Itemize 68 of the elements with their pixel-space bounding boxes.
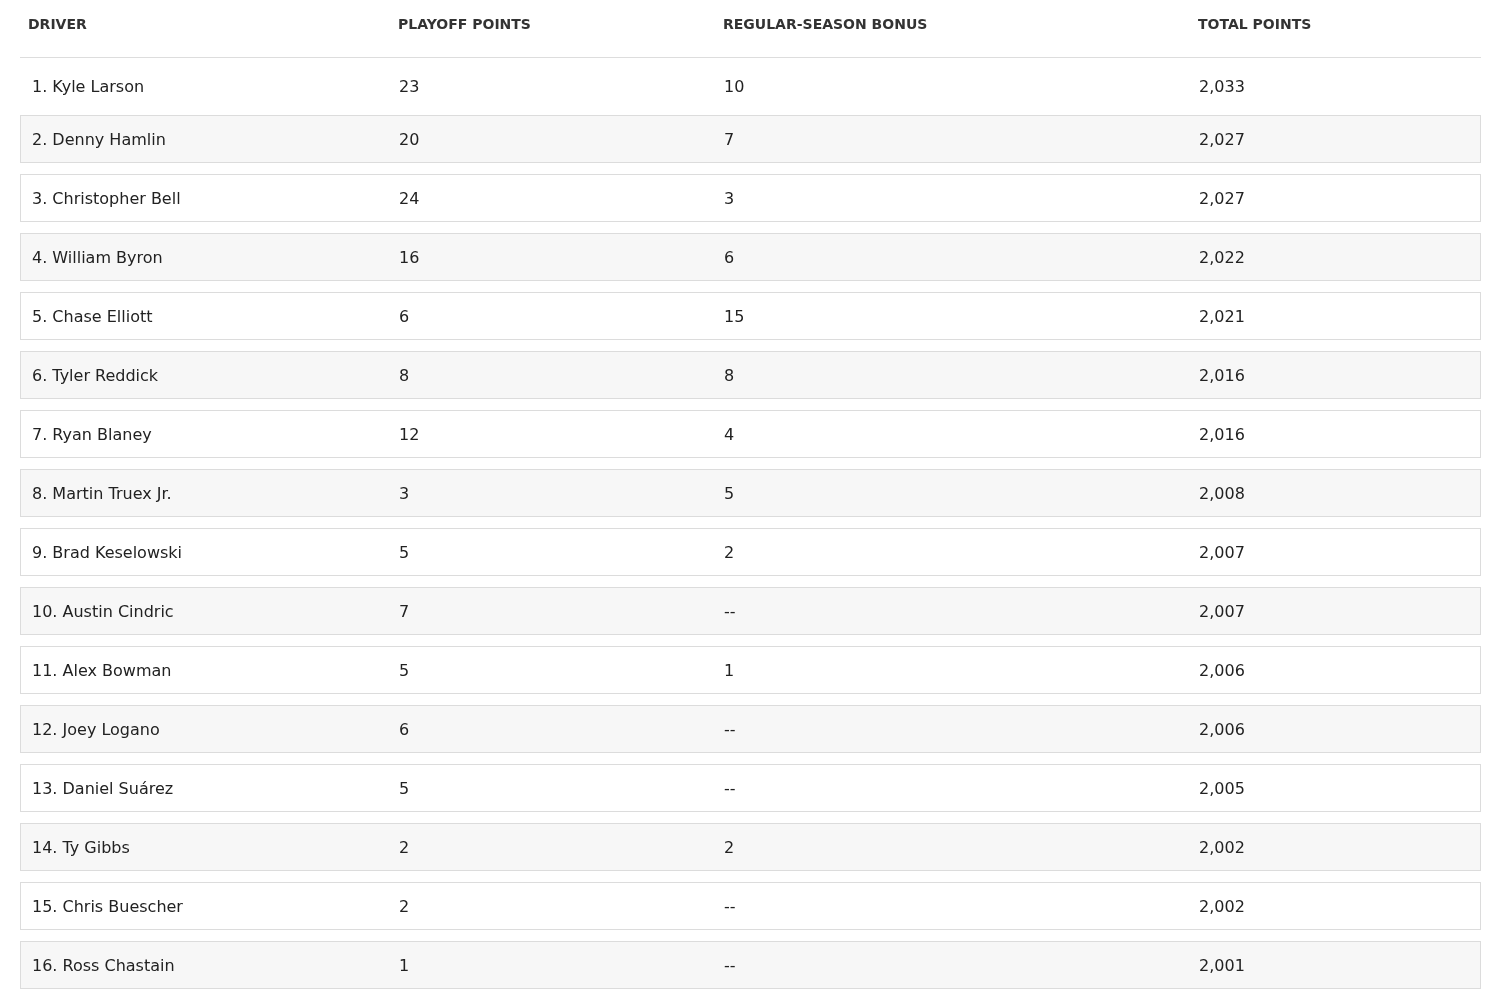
column-header: DRIVER bbox=[28, 15, 88, 32]
table-cell-text: 7. Ryan Blaney bbox=[32, 424, 153, 444]
table-cell-text: 15 bbox=[724, 306, 746, 326]
table-cell-text: 2,002 bbox=[1199, 896, 1246, 916]
table-cell-text: 1. Kyle Larson bbox=[32, 76, 146, 96]
table-cell-text: 12. Joey Logano bbox=[32, 719, 161, 739]
table-cell-text: 2,007 bbox=[1199, 542, 1246, 562]
table-cell-text: 6. Tyler Reddick bbox=[32, 365, 160, 385]
table-cell-text: 14. Ty Gibbs bbox=[32, 837, 131, 857]
table-cell-text: 2,021 bbox=[1199, 306, 1246, 326]
table-cell-text: 5 bbox=[399, 542, 411, 562]
table-cell-text: 2,016 bbox=[1199, 424, 1246, 444]
table-cell-text: 2,027 bbox=[1199, 129, 1246, 149]
table-cell-text: 5 bbox=[724, 483, 736, 503]
table-cell-text: 4 bbox=[724, 424, 736, 444]
table-cell-text: -- bbox=[724, 601, 737, 621]
column-header: PLAYOFF POINTS bbox=[398, 15, 532, 32]
table-cell-text: 8 bbox=[724, 365, 736, 385]
table-cell-text: 2,007 bbox=[1199, 601, 1246, 621]
table-cell-text: 8 bbox=[399, 365, 411, 385]
table-cell-text: 20 bbox=[399, 129, 421, 149]
table-cell-text: 13. Daniel Suárez bbox=[32, 778, 175, 798]
table-cell-text: 3. Christopher Bell bbox=[32, 188, 182, 208]
table-cell-text: 2. Denny Hamlin bbox=[32, 129, 167, 149]
table-cell-text: 2 bbox=[399, 837, 411, 857]
table-cell-text: 8. Martin Truex Jr. bbox=[32, 483, 173, 503]
table-cell-text: 2,033 bbox=[1199, 76, 1246, 96]
table-cell-text: -- bbox=[724, 896, 737, 916]
table-cell-text: 16. Ross Chastain bbox=[32, 955, 176, 975]
table-cell-text: 5 bbox=[399, 778, 411, 798]
table-cell-text: 23 bbox=[399, 76, 421, 96]
table-cell-text: 1 bbox=[399, 955, 411, 975]
table-cell-text: 6 bbox=[399, 719, 411, 739]
table-cell-text: 10 bbox=[724, 76, 746, 96]
column-header: REGULAR-SEASON BONUS bbox=[723, 15, 929, 32]
table-cell-text: 5. Chase Elliott bbox=[32, 306, 154, 326]
table-cell-text: 2,027 bbox=[1199, 188, 1246, 208]
table-cell-text: 24 bbox=[399, 188, 421, 208]
table-cell-text: 9. Brad Keselowski bbox=[32, 542, 184, 562]
table-cell-text: 16 bbox=[399, 247, 421, 267]
table-cell-text: 2,005 bbox=[1199, 778, 1246, 798]
table-cell-text: 5 bbox=[399, 660, 411, 680]
table-cell-text: 15. Chris Buescher bbox=[32, 896, 184, 916]
table-cell-text: 6 bbox=[399, 306, 411, 326]
table-cell-text: 2,016 bbox=[1199, 365, 1246, 385]
table-cell-text: 11. Alex Bowman bbox=[32, 660, 173, 680]
column-header: TOTAL POINTS bbox=[1198, 15, 1313, 32]
table-cell-text: -- bbox=[724, 955, 737, 975]
table-cell-text: 6 bbox=[724, 247, 736, 267]
table-cell-text: -- bbox=[724, 778, 737, 798]
table-cell-text: 12 bbox=[399, 424, 421, 444]
table-cell-text: 2,022 bbox=[1199, 247, 1246, 267]
table-cell-text: 7 bbox=[724, 129, 736, 149]
table-cell-text: 2,006 bbox=[1199, 719, 1246, 739]
table-cell-text: 2,006 bbox=[1199, 660, 1246, 680]
table-cell-text: 2 bbox=[724, 542, 736, 562]
table-cell-text: 2,001 bbox=[1199, 955, 1246, 975]
table-cell-text: 3 bbox=[724, 188, 736, 208]
table-cell-text: 10. Austin Cindric bbox=[32, 601, 175, 621]
table-cell-text: -- bbox=[724, 719, 737, 739]
table-cell-text: 2,008 bbox=[1199, 483, 1246, 503]
table-cell-text: 1 bbox=[724, 660, 736, 680]
table-cell-text: 2 bbox=[399, 896, 411, 916]
table-cell-text: 2 bbox=[724, 837, 736, 857]
table-cell-text: 4. William Byron bbox=[32, 247, 164, 267]
table-cell-text: 2,002 bbox=[1199, 837, 1246, 857]
table-cell-text: 7 bbox=[399, 601, 411, 621]
table-cell-text: 3 bbox=[399, 483, 411, 503]
